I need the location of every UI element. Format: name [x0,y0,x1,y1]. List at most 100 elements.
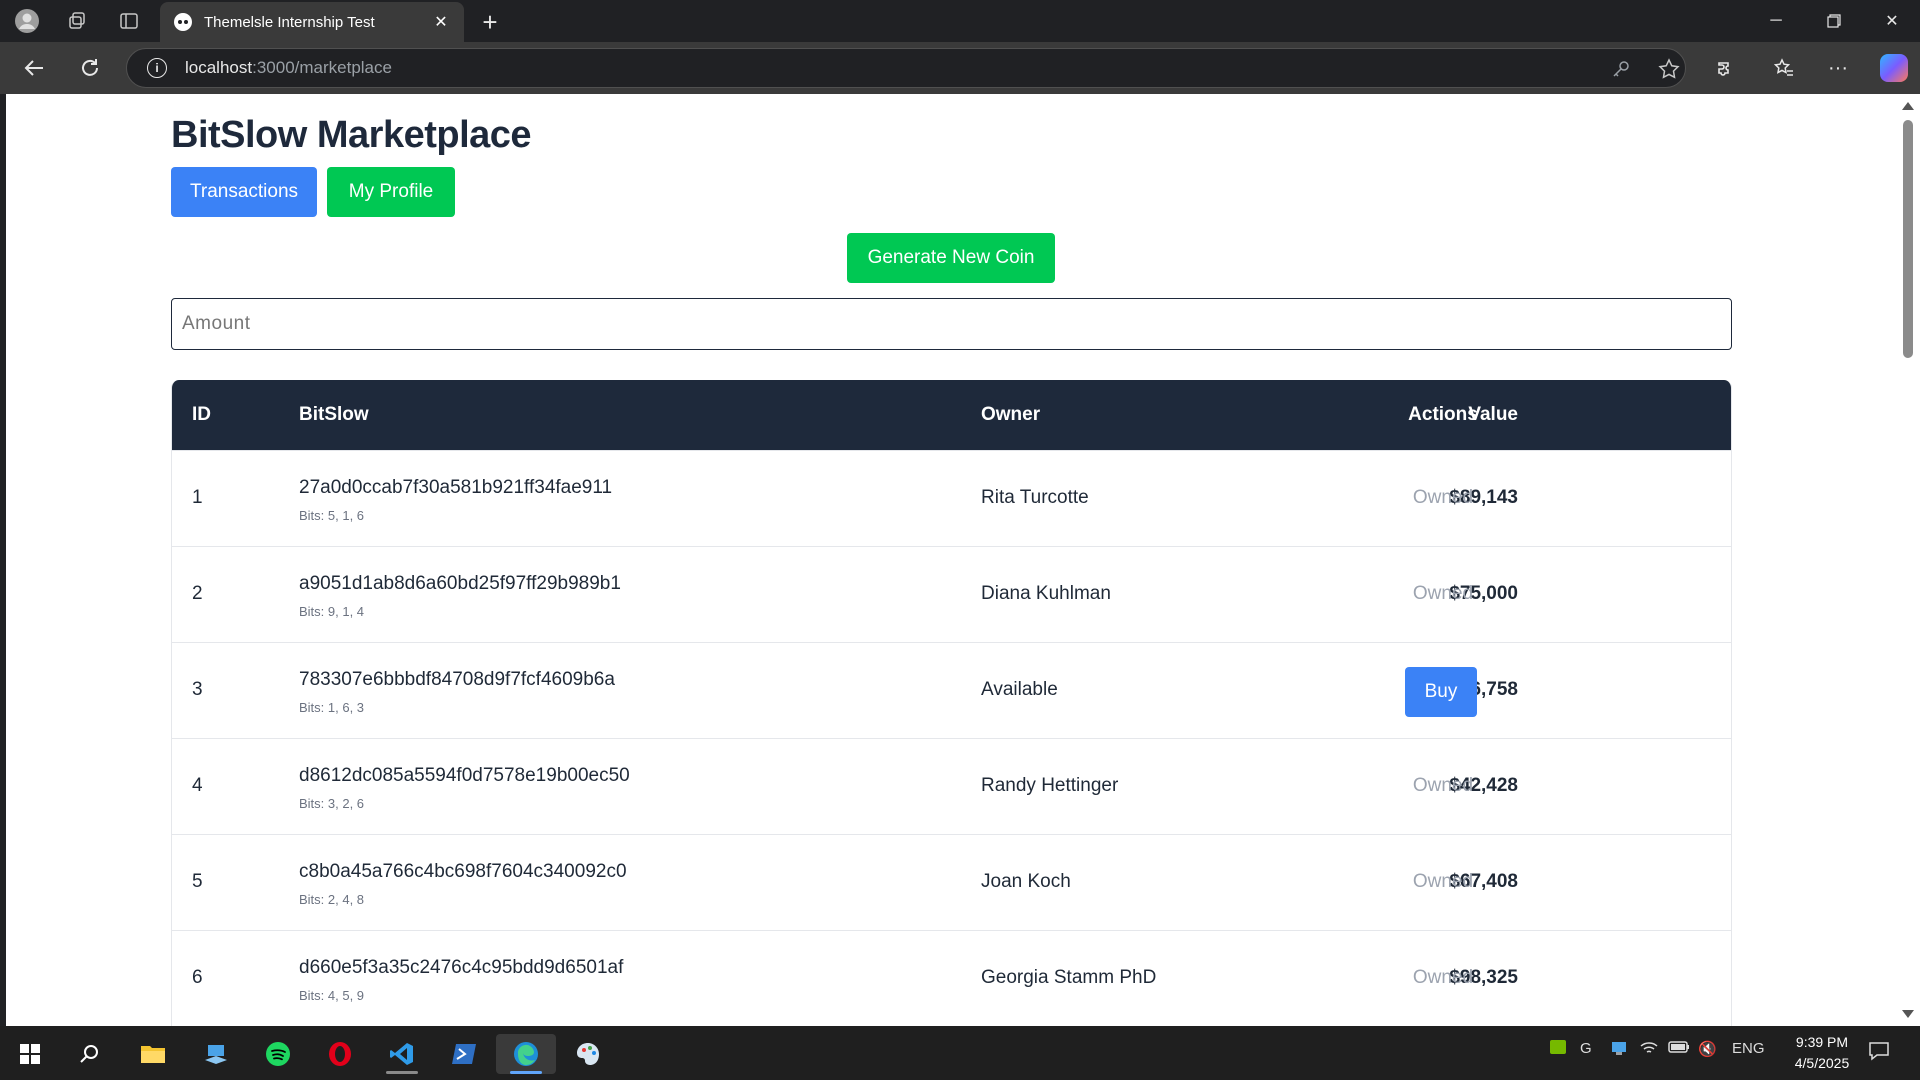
owner-name: Georgia Stamm PhD [981,967,1157,988]
coin-hash: 27a0d0ccab7f30a581b921ff34fae911 [299,477,613,498]
clock[interactable]: 9:39 PM 4/5/2025 [1770,1032,1874,1074]
header-owner: Owner [981,404,1041,425]
workspaces-icon[interactable] [62,6,92,36]
network-tray-icon[interactable] [1610,1040,1628,1060]
owned-label: Owned [1412,871,1474,892]
nvidia-tray-icon[interactable] [1550,1040,1566,1058]
site-info-icon[interactable]: i [147,58,167,78]
favorite-star-icon[interactable] [1657,57,1681,81]
coin-bits: Bits: 5, 1, 6 [299,508,365,523]
scroll-down-icon[interactable] [1902,1010,1914,1018]
coin-bits: Bits: 4, 5, 9 [299,988,365,1003]
row-id: 2 [192,583,203,604]
header-bitslow: BitSlow [299,404,369,425]
close-tab-icon[interactable]: ✕ [430,11,452,33]
favorites-icon[interactable] [1768,52,1800,84]
search-icon[interactable] [70,1034,110,1074]
page-viewport: BitSlow Marketplace Transactions My Prof… [6,94,1896,1026]
bitslow-table: ID BitSlow Owner Value Actions 1 27a0d0c… [171,380,1732,1026]
notifications-icon[interactable] [1868,1040,1890,1066]
windows-taskbar: G 🔇 ENG 9:39 PM 4/5/2025 [0,1026,1920,1080]
wifi-icon[interactable] [1640,1040,1658,1060]
owner-name: Diana Kuhlman [981,583,1111,604]
scroll-up-icon[interactable] [1902,102,1914,110]
transactions-button[interactable]: Transactions [171,167,317,217]
coin-hash: d8612dc085a5594f0d7578e19b00ec50 [299,765,630,786]
back-arrow-icon[interactable] [18,52,50,84]
row-id: 3 [192,679,203,700]
clock-time: 9:39 PM [1795,1034,1849,1050]
close-window-icon[interactable]: ✕ [1864,0,1920,42]
volume-muted-icon[interactable]: 🔇 [1698,1040,1717,1058]
app-tray-icon[interactable]: G [1580,1040,1592,1057]
buy-button[interactable]: Buy [1405,667,1477,717]
my-profile-button[interactable]: My Profile [327,167,455,217]
battery-icon[interactable] [1668,1040,1690,1058]
powershell-icon[interactable] [444,1034,484,1074]
new-tab-icon[interactable]: + [474,6,506,38]
file-explorer-icon[interactable] [133,1034,173,1074]
owner-name: Rita Turcotte [981,487,1089,508]
scroll-thumb[interactable] [1903,120,1913,358]
app-icon[interactable] [196,1034,236,1074]
tab-actions-icon[interactable] [114,6,144,36]
coin-hash: 783307e6bbbdf84708d9f7fcf4609b6a [299,669,615,690]
table-row: 5 c8b0a45a766c4bc698f7604c340092c0 Bits:… [172,834,1731,930]
page-title: BitSlow Marketplace [171,114,532,156]
windows-start-icon[interactable] [10,1034,50,1074]
coin-hash: a9051d1ab8d6a60bd25f97ff29b989b1 [299,573,621,594]
active-indicator [510,1071,542,1074]
table-row: 3 783307e6bbbdf84708d9f7fcf4609b6a Bits:… [172,642,1731,738]
paint-icon[interactable] [568,1034,608,1074]
header-actions: Actions [1408,404,1478,425]
owned-label: Owned [1412,775,1474,796]
page-scrollbar[interactable] [1896,94,1920,1026]
owner-name: Joan Koch [981,871,1071,892]
coin-hash: c8b0a45a766c4bc698f7604c340092c0 [299,861,627,882]
table-row: 4 d8612dc085a5594f0d7578e19b00ec50 Bits:… [172,738,1731,834]
spotify-icon[interactable] [258,1034,298,1074]
owned-label: Owned [1412,967,1474,988]
generate-coin-button[interactable]: Generate New Coin [847,233,1055,283]
tab-title: Themelsle Internship Test [204,13,375,31]
clock-date: 4/5/2025 [1794,1055,1850,1071]
row-id: 6 [192,967,203,988]
language-indicator[interactable]: ENG [1732,1040,1765,1057]
row-id: 4 [192,775,203,796]
coin-hash: d660e5f3a35c2476c4c95bdd9d6501af [299,957,624,978]
profile-avatar-icon[interactable] [12,6,42,36]
vscode-icon[interactable] [382,1034,422,1074]
site-favicon-icon [174,13,192,31]
browser-tab-bar: Themelsle Internship Test ✕ + ─ ✕ [0,0,1920,42]
coin-bits: Bits: 1, 6, 3 [299,700,365,715]
url-path: :3000/marketplace [252,58,392,77]
coin-bits: Bits: 2, 4, 8 [299,892,365,907]
copilot-icon[interactable] [1880,54,1908,82]
browser-toolbar: i localhost :3000/marketplace ··· [0,42,1920,94]
refresh-icon[interactable] [74,52,106,84]
active-tab[interactable]: Themelsle Internship Test ✕ [160,2,464,42]
edge-browser-icon[interactable] [496,1034,556,1074]
minimize-icon[interactable]: ─ [1748,0,1804,42]
table-row: 1 27a0d0ccab7f30a581b921ff34fae911 Bits:… [172,450,1731,546]
coin-bits: Bits: 3, 2, 6 [299,796,365,811]
opera-icon[interactable] [320,1034,360,1074]
coin-bits: Bits: 9, 1, 4 [299,604,365,619]
restore-icon[interactable] [1806,0,1862,42]
table-row: 2 a9051d1ab8d6a60bd25f97ff29b989b1 Bits:… [172,546,1731,642]
url-host: localhost [185,58,253,77]
password-key-icon[interactable] [1609,57,1633,81]
owner-name: Available [981,679,1058,700]
owned-label: Owned [1412,583,1474,604]
table-row: 6 d660e5f3a35c2476c4c95bdd9d6501af Bits:… [172,930,1731,1026]
table-header: ID BitSlow Owner Value Actions [172,380,1731,450]
more-menu-icon[interactable]: ··· [1822,52,1854,84]
running-indicator [386,1071,418,1074]
row-id: 1 [192,487,203,508]
address-bar[interactable]: i localhost :3000/marketplace [126,48,1686,88]
header-id: ID [192,404,211,425]
owner-name: Randy Hettinger [981,775,1119,796]
amount-input[interactable] [171,298,1732,350]
extensions-icon[interactable] [1708,52,1740,84]
row-id: 5 [192,871,203,892]
